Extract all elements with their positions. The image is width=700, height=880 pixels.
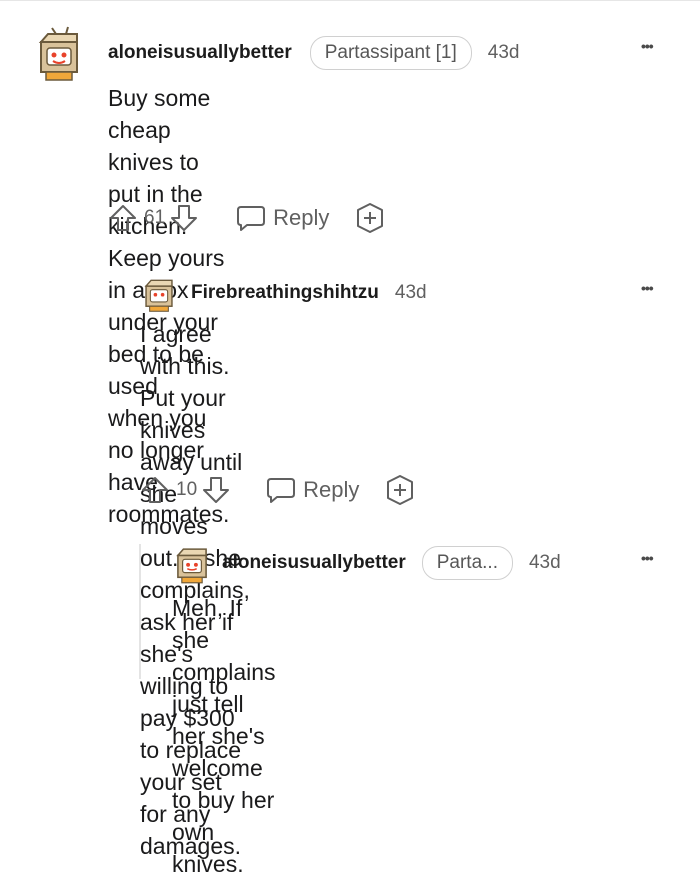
timestamp[interactable]: 43d: [488, 42, 520, 64]
reply-button[interactable]: Reply: [235, 203, 329, 233]
more-dots-icon[interactable]: •••: [641, 38, 654, 54]
upvote-arrow-icon[interactable]: [140, 475, 170, 505]
username[interactable]: Firebreathingshihtzu: [191, 282, 379, 304]
username[interactable]: aloneisusuallybetter: [108, 42, 292, 64]
vote-count: 10: [176, 479, 198, 500]
avatar[interactable]: [36, 24, 82, 82]
comment-body: Meh, If she complains just tell her she'…: [172, 592, 276, 880]
timestamp[interactable]: 43d: [529, 552, 561, 574]
comment-line: welcome to buy her own knives.: [172, 755, 275, 877]
comment-line: Meh, If she complains just tell her she'…: [172, 595, 276, 749]
user-flair: Partassipant [1]: [309, 36, 472, 70]
more-dots-icon[interactable]: •••: [641, 280, 654, 296]
username[interactable]: aloneisusuallybetter: [222, 552, 406, 574]
comment-line: I agree with this. Put your knives away …: [140, 321, 243, 475]
comment-actions: 10 Reply: [140, 474, 417, 506]
downvote-arrow-icon[interactable]: [201, 475, 231, 505]
more-dots-icon[interactable]: •••: [641, 550, 654, 566]
timestamp[interactable]: 43d: [395, 282, 427, 304]
top-divider: [0, 0, 700, 1]
award-plus-icon[interactable]: [383, 474, 417, 506]
comment-actions: 61 Reply: [108, 202, 387, 234]
reply-bubble-icon: [237, 206, 266, 231]
reply-bubble-icon: [267, 478, 296, 503]
reply-label: Reply: [273, 205, 330, 230]
avatar[interactable]: [174, 544, 210, 584]
reply-label: Reply: [303, 477, 360, 502]
upvote-arrow-icon[interactable]: [108, 203, 138, 233]
thread-line[interactable]: [139, 544, 141, 679]
avatar[interactable]: [142, 276, 176, 312]
reply-button[interactable]: Reply: [265, 475, 359, 505]
downvote-arrow-icon[interactable]: [169, 203, 199, 233]
user-flair: Parta...: [421, 546, 513, 580]
award-plus-icon[interactable]: [353, 202, 387, 234]
vote-count: 61: [144, 207, 166, 228]
